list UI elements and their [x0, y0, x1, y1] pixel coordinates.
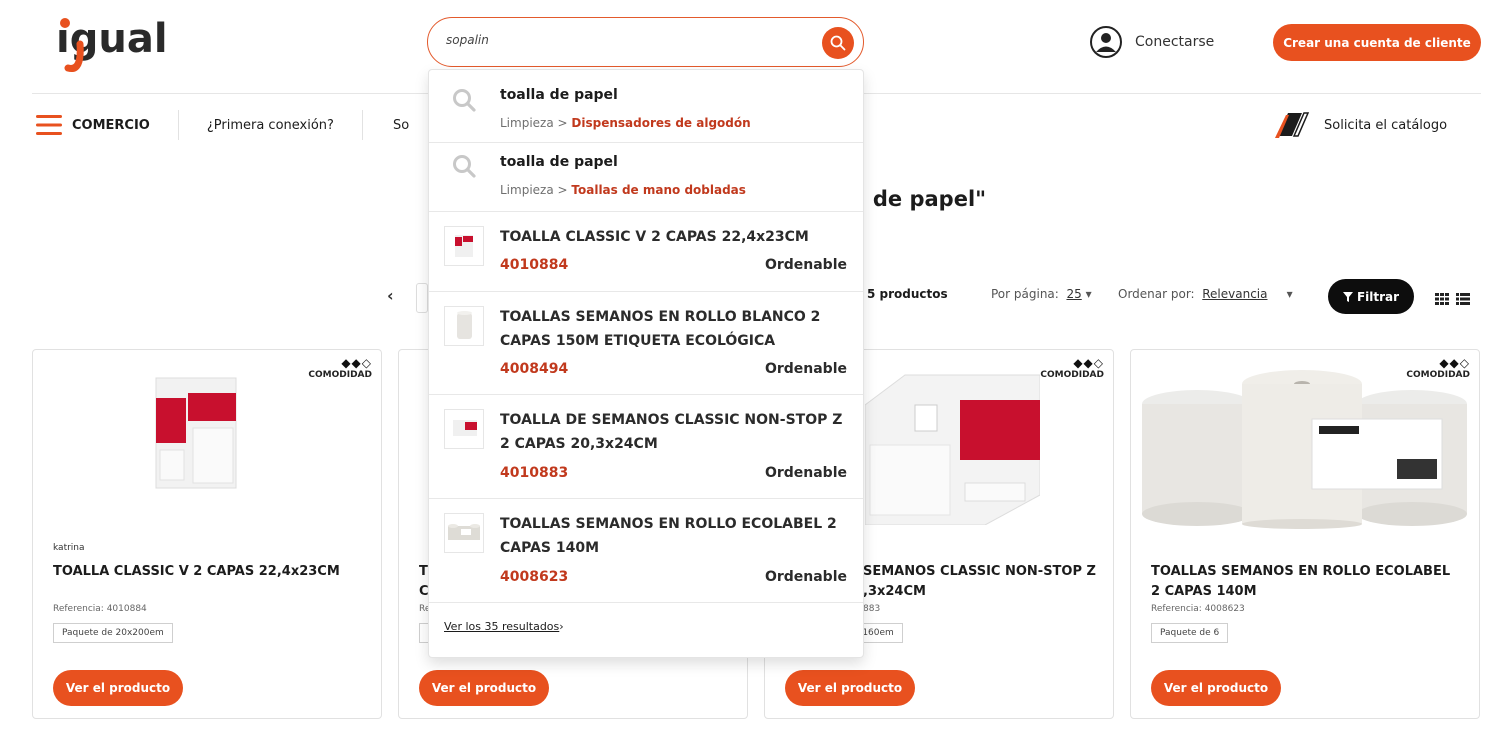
product-reference: 4008494	[500, 361, 569, 377]
search-input[interactable]: sopalin	[446, 33, 489, 47]
product-image[interactable]	[148, 368, 243, 502]
product-title-fragment[interactable]: ,3x24CM	[863, 582, 1103, 602]
comfort-badge: ◆◆◇ COMODIDAD	[308, 356, 372, 380]
category-name: Dispensadores de algodón	[571, 116, 751, 130]
per-page-label: Por página:	[991, 287, 1059, 301]
login-label: Conectarse	[1135, 34, 1215, 50]
search-button[interactable]	[822, 27, 854, 59]
create-account-button[interactable]: Crear una cuenta de cliente	[1273, 24, 1481, 61]
product-reference: 4010884	[500, 257, 569, 273]
user-icon	[1090, 26, 1122, 58]
sort-select[interactable]: Ordenar por: Relevancia ▾	[1118, 287, 1293, 301]
product-reference: 883	[863, 604, 881, 614]
product-name: TOALLAS SEMANOS EN ROLLO ECOLABEL 2 CAPA…	[500, 516, 837, 556]
request-catalog-link[interactable]: Solicita el catálogo	[1272, 108, 1447, 142]
view-product-button[interactable]: Ver el producto	[785, 670, 915, 706]
suggested-product[interactable]: TOALLA DE SEMANOS CLASSIC NON-STOP Z 2 C…	[429, 395, 863, 499]
product-thumbnail	[444, 306, 484, 346]
list-view-icon[interactable]	[1456, 290, 1470, 309]
category-name: Toallas de mano dobladas	[571, 183, 746, 197]
igual-logo[interactable]: ıgual	[56, 14, 206, 74]
login-link[interactable]: Conectarse	[1089, 25, 1214, 59]
view-product-button[interactable]: Ver el producto	[53, 670, 183, 706]
suggested-product[interactable]: TOALLAS SEMANOS EN ROLLO ECOLABEL 2 CAPA…	[429, 499, 863, 603]
category-parent: Limpieza	[500, 116, 554, 130]
badge-label: COMODIDAD	[308, 370, 372, 380]
product-card[interactable]: ◆◆◇ COMODIDAD TOALLAS SEMANOS EN ROLLO E…	[1130, 349, 1480, 719]
path-separator: >	[553, 116, 572, 130]
nav-item-partial[interactable]: So	[363, 118, 437, 133]
filter-label: Filtrar	[1356, 289, 1400, 304]
suggestion-category-path: Limpieza > Dispensadores de algodón	[500, 116, 751, 130]
comfort-badge: ◆◆◇ COMODIDAD	[1040, 356, 1104, 380]
see-all-results-link[interactable]: Ver los 35 resultados›	[444, 620, 564, 633]
search-icon	[453, 155, 476, 178]
see-all-label: Ver los 35 resultados	[444, 620, 560, 633]
product-reference: Referencia: 4010884	[53, 604, 147, 614]
catalog-icon	[1275, 112, 1310, 138]
package-tag: Paquete de 6	[1151, 623, 1229, 643]
suggestion-term: toalla de papel	[500, 154, 618, 170]
product-reference: 4008623	[500, 569, 569, 585]
product-title[interactable]: TOALLAS SEMANOS EN ROLLO ECOLABEL 2 CAPA…	[1151, 562, 1461, 602]
caret-down-icon: ▾	[1286, 287, 1293, 301]
sort-label: Ordenar por:	[1118, 287, 1195, 301]
view-product-button[interactable]: Ver el producto	[419, 670, 549, 706]
path-separator: >	[553, 183, 572, 197]
product-title-fragment[interactable]: SEMANOS CLASSIC NON-STOP Z	[863, 562, 1103, 582]
product-thumbnail	[444, 513, 484, 553]
availability-status: Ordenable	[764, 361, 847, 377]
menu-button[interactable]: COMERCIO	[36, 115, 178, 135]
suggestion-item[interactable]: toalla de papel Limpieza > Toallas de ma…	[429, 143, 863, 212]
search-suggestions-dropdown: toalla de papel Limpieza > Dispensadores…	[428, 69, 864, 658]
rating-diamonds: ◆◆◇	[341, 356, 372, 370]
suggested-product[interactable]: TOALLAS SEMANOS EN ROLLO BLANCO 2 CAPAS …	[429, 292, 863, 395]
suggestion-term: toalla de papel	[500, 87, 618, 103]
product-reference: 4010883	[500, 465, 569, 481]
product-thumbnail	[444, 409, 484, 449]
availability-status: Ordenable	[764, 257, 847, 273]
nav-item-first-connection[interactable]: ¿Primera conexión?	[179, 118, 362, 133]
search-icon	[453, 89, 476, 112]
grid-view-icon[interactable]	[1435, 290, 1449, 309]
sort-value[interactable]: Relevancia	[1202, 287, 1267, 301]
product-reference: Referencia: 4008623	[1151, 604, 1245, 614]
suggestion-category-path: Limpieza > Toallas de mano dobladas	[500, 183, 746, 197]
product-card[interactable]: ◆◆◇ COMODIDAD katrina TOALLA CLASSIC V 2…	[32, 349, 382, 719]
rating-diamonds: ◆◆◇	[1073, 356, 1104, 370]
product-name: TOALLA DE SEMANOS CLASSIC NON-STOP Z 2 C…	[500, 412, 843, 452]
menu-icon	[36, 115, 62, 135]
svg-text:ıgual: ıgual	[56, 16, 168, 62]
product-thumbnail	[444, 226, 484, 266]
package-tag: Paquete de 20x200em	[53, 623, 173, 643]
per-page-select[interactable]: Por página: 25 ▾	[991, 287, 1092, 301]
search-icon	[830, 35, 846, 51]
filter-icon	[1342, 291, 1353, 302]
menu-label: COMERCIO	[72, 117, 150, 133]
logo-graphic: ıgual	[56, 16, 168, 72]
per-page-value[interactable]: 25	[1066, 287, 1081, 301]
product-name: TOALLA CLASSIC V 2 CAPAS 22,4x23CM	[500, 229, 809, 245]
catalog-label: Solicita el catálogo	[1324, 117, 1448, 133]
badge-label: COMODIDAD	[1040, 370, 1104, 380]
suggested-product[interactable]: TOALLA CLASSIC V 2 CAPAS 22,4x23CM 40108…	[429, 212, 863, 292]
chevron-left-icon[interactable]: ‹	[387, 286, 394, 305]
product-title[interactable]: TOALLA CLASSIC V 2 CAPAS 22,4x23CM	[53, 562, 363, 582]
view-product-button[interactable]: Ver el producto	[1151, 670, 1281, 706]
availability-status: Ordenable	[764, 569, 847, 585]
category-parent: Limpieza	[500, 183, 554, 197]
suggestion-item[interactable]: toalla de papel Limpieza > Dispensadores…	[429, 70, 863, 143]
product-name: TOALLAS SEMANOS EN ROLLO BLANCO 2 CAPAS …	[500, 309, 821, 349]
caret-down-icon: ▾	[1085, 287, 1092, 301]
filter-button[interactable]: Filtrar	[1328, 279, 1414, 314]
main-nav: COMERCIO ¿Primera conexión? So	[36, 108, 437, 142]
availability-status: Ordenable	[764, 465, 847, 481]
page-input[interactable]	[416, 283, 428, 313]
product-image[interactable]	[1137, 364, 1472, 533]
results-count: 5 productos	[867, 287, 948, 301]
product-brand: katrina	[53, 543, 85, 553]
search-box[interactable]: sopalin	[427, 17, 864, 67]
chevron-right-icon: ›	[559, 620, 564, 633]
product-image[interactable]	[864, 365, 1041, 529]
